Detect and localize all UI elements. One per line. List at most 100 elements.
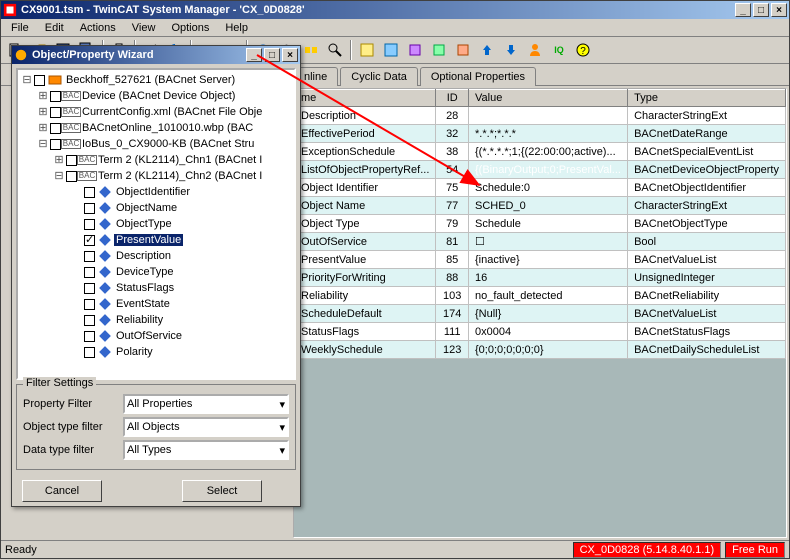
- cell-name: Description: [295, 107, 436, 125]
- cell-value[interactable]: {Null}: [469, 305, 628, 323]
- cell-value[interactable]: 0x0004: [469, 323, 628, 341]
- menu-options[interactable]: Options: [163, 21, 217, 35]
- prop-statusflags[interactable]: StatusFlags: [18, 280, 294, 296]
- tool-plc[interactable]: [404, 39, 426, 61]
- wizard-min[interactable]: _: [246, 48, 262, 62]
- col-value[interactable]: Value: [469, 90, 628, 107]
- property-filter-combo[interactable]: All Properties▾: [123, 394, 289, 414]
- col-type[interactable]: Type: [628, 90, 786, 107]
- menu-edit[interactable]: Edit: [37, 21, 72, 35]
- tool-search[interactable]: [324, 39, 346, 61]
- table-row[interactable]: EffectivePeriod32*.*.*;*.*.*BACnetDateRa…: [295, 125, 786, 143]
- prop-eventstate[interactable]: EventState: [18, 296, 294, 312]
- cell-id: 28: [436, 107, 469, 125]
- status-mode: Free Run: [725, 542, 785, 558]
- main-window: CX9001.tsm - TwinCAT System Manager - 'C…: [0, 0, 790, 559]
- wizard-max[interactable]: □: [264, 48, 280, 62]
- menu-file[interactable]: File: [3, 21, 37, 35]
- statusbar: Ready CX_0D0828 (5.14.8.40.1.1) Free Run: [1, 540, 789, 558]
- menu-help[interactable]: Help: [217, 21, 256, 35]
- tree-root[interactable]: ⊟ Beckhoff_527621 (BACnet Server): [18, 72, 294, 88]
- cell-value[interactable]: {(*.*.*.*;1;{(22:00:00;active)...: [469, 143, 628, 161]
- prop-devicetype[interactable]: DeviceType: [18, 264, 294, 280]
- table-row[interactable]: Object Name77SCHED_0CharacterStringExt: [295, 197, 786, 215]
- tool-help[interactable]: ?: [572, 39, 594, 61]
- minimize-button[interactable]: _: [735, 3, 751, 17]
- cell-value[interactable]: no_fault_detected: [469, 287, 628, 305]
- table-row[interactable]: Object Identifier75Schedule:0BACnetObjec…: [295, 179, 786, 197]
- cell-value[interactable]: *.*.*;*.*.*: [469, 125, 628, 143]
- cell-value[interactable]: Schedule: [469, 215, 628, 233]
- cell-value[interactable]: [469, 107, 628, 125]
- wizard-close[interactable]: ×: [282, 48, 298, 62]
- col-id[interactable]: ID: [436, 90, 469, 107]
- table-row[interactable]: ScheduleDefault174{Null}BACnetValueList: [295, 305, 786, 323]
- tab-optional[interactable]: Optional Properties: [420, 67, 536, 86]
- property-grid-wrap[interactable]: me ID Value Type Description28 CharacterS…: [293, 88, 787, 538]
- cell-value[interactable]: {(BinaryOutput;0;PresentVal...: [469, 161, 628, 179]
- bacnet-icon: BAC: [64, 106, 78, 118]
- status-ready: Ready: [5, 544, 37, 556]
- cell-value[interactable]: Schedule:0: [469, 179, 628, 197]
- cell-type: BACnetObjectIdentifier: [628, 179, 786, 197]
- prop-reliability[interactable]: Reliability: [18, 312, 294, 328]
- tree-iobus[interactable]: ⊟ BAC IoBus_0_CX9000-KB (BACnet Stru: [18, 136, 294, 152]
- tab-cyclic[interactable]: Cyclic Data: [340, 67, 418, 86]
- table-row[interactable]: Reliability103no_fault_detectedBACnetRel…: [295, 287, 786, 305]
- cell-value[interactable]: ☐: [469, 233, 628, 251]
- cancel-button[interactable]: Cancel: [22, 480, 102, 502]
- tree-term2[interactable]: ⊟ BAC Term 2 (KL2114)_Chn2 (BACnet I: [18, 168, 294, 184]
- table-row[interactable]: PresentValue85{inactive}BACnetValueList: [295, 251, 786, 269]
- cell-id: 38: [436, 143, 469, 161]
- tree-config[interactable]: ⊞ BAC CurrentConfig.xml (BACnet File Obj…: [18, 104, 294, 120]
- table-row[interactable]: Description28 CharacterStringExt: [295, 107, 786, 125]
- tool-stepup[interactable]: [476, 39, 498, 61]
- wizard-body: ⊟ Beckhoff_527621 (BACnet Server) ⊞ BAC …: [12, 64, 300, 506]
- table-row[interactable]: Object Type79ScheduleBACnetObjectType: [295, 215, 786, 233]
- prop-objecttype[interactable]: ObjectType: [18, 216, 294, 232]
- object-filter-combo[interactable]: All Objects▾: [123, 417, 289, 437]
- close-button[interactable]: ×: [771, 3, 787, 17]
- maximize-button[interactable]: □: [753, 3, 769, 17]
- menu-actions[interactable]: Actions: [72, 21, 124, 35]
- tool-term[interactable]: [452, 39, 474, 61]
- table-row[interactable]: ListOfObjectPropertyRef...54{(BinaryOutp…: [295, 161, 786, 179]
- prop-objectname[interactable]: ObjectName: [18, 200, 294, 216]
- cell-type: UnsignedInteger: [628, 269, 786, 287]
- tree-device[interactable]: ⊞ BAC Device (BACnet Device Object): [18, 88, 294, 104]
- menu-view[interactable]: View: [124, 21, 164, 35]
- prop-polarity[interactable]: Polarity: [18, 344, 294, 360]
- tool-io2[interactable]: [380, 39, 402, 61]
- prop-objectidentifier[interactable]: ObjectIdentifier: [18, 184, 294, 200]
- table-row[interactable]: StatusFlags1110x0004BACnetStatusFlags: [295, 323, 786, 341]
- cell-type: CharacterStringExt: [628, 107, 786, 125]
- prop-description[interactable]: Description: [18, 248, 294, 264]
- tree-term1[interactable]: ⊞ BAC Term 2 (KL2114)_Chn1 (BACnet I: [18, 152, 294, 168]
- table-row[interactable]: PriorityForWriting8816UnsignedInteger: [295, 269, 786, 287]
- prop-presentvalue[interactable]: PresentValue: [18, 232, 294, 248]
- cell-value[interactable]: 16: [469, 269, 628, 287]
- tool-devices[interactable]: [300, 39, 322, 61]
- main-titlebar: CX9001.tsm - TwinCAT System Manager - 'C…: [1, 1, 789, 19]
- tool-member[interactable]: [524, 39, 546, 61]
- diamond-icon: [98, 330, 112, 342]
- tool-stepdown[interactable]: [500, 39, 522, 61]
- tree-online[interactable]: ⊞ BAC BACnetOnline_1010010.wbp (BAC: [18, 120, 294, 136]
- tool-nc[interactable]: [428, 39, 450, 61]
- data-filter-combo[interactable]: All Types▾: [123, 440, 289, 460]
- cell-type: BACnetReliability: [628, 287, 786, 305]
- select-button[interactable]: Select: [182, 480, 262, 502]
- prop-outofservice[interactable]: OutOfService: [18, 328, 294, 344]
- tool-io1[interactable]: [356, 39, 378, 61]
- cell-value[interactable]: SCHED_0: [469, 197, 628, 215]
- tree-view[interactable]: ⊟ Beckhoff_527621 (BACnet Server) ⊞ BAC …: [16, 68, 296, 380]
- table-row[interactable]: OutOfService81☐Bool: [295, 233, 786, 251]
- tool-io3[interactable]: IQ: [548, 39, 570, 61]
- cell-value[interactable]: {0;0;0;0;0;0;0}: [469, 341, 628, 359]
- table-row[interactable]: ExceptionSchedule38{(*.*.*.*;1;{(22:00:0…: [295, 143, 786, 161]
- cell-value[interactable]: {inactive}: [469, 251, 628, 269]
- cell-name: PriorityForWriting: [295, 269, 436, 287]
- bacnet-icon: BAC: [80, 170, 94, 182]
- table-row[interactable]: WeeklySchedule123{0;0;0;0;0;0;0}BACnetDa…: [295, 341, 786, 359]
- col-name[interactable]: me: [295, 90, 436, 107]
